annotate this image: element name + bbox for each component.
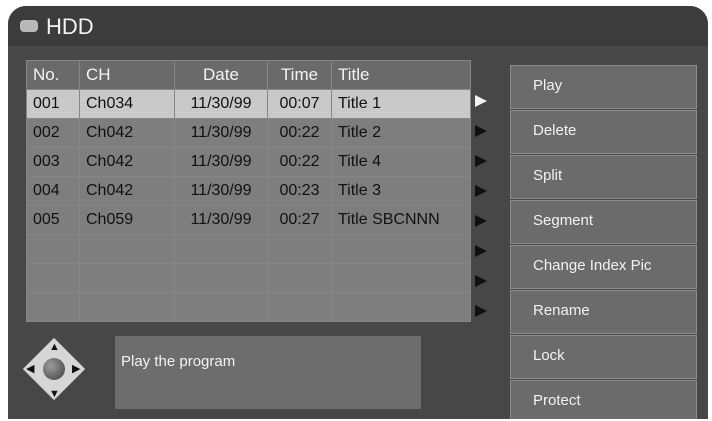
cell-title: Title 1 <box>331 89 471 119</box>
cell-title: Title SBCNNN <box>331 205 471 235</box>
row-arrow-icon <box>475 275 487 287</box>
cell-no: 005 <box>26 205 80 235</box>
menu-item-play[interactable]: Play <box>510 65 697 109</box>
table-row-empty <box>26 292 471 322</box>
table-row[interactable]: 003 Ch042 11/30/99 00:22 Title 4 <box>26 147 471 177</box>
row-arrow-icon <box>475 245 487 257</box>
cell-ch: Ch042 <box>79 118 175 148</box>
row-arrow-icon <box>475 305 487 317</box>
navigation-dpad-icon: ▲ ▼ ◀ ▶ <box>22 337 86 405</box>
table-row-empty <box>26 263 471 293</box>
screen-title: HDD <box>46 14 94 39</box>
cell-no: 002 <box>26 118 80 148</box>
column-header-ch: CH <box>79 60 175 90</box>
cell-ch: Ch042 <box>79 147 175 177</box>
cell-no: 003 <box>26 147 80 177</box>
cell-no: 001 <box>26 89 80 119</box>
cell-time: 00:22 <box>267 147 332 177</box>
table-row[interactable]: 002 Ch042 11/30/99 00:22 Title 2 <box>26 118 471 148</box>
cell-no: 004 <box>26 176 80 206</box>
action-menu: Play Delete Split Segment Change Index P… <box>510 65 697 419</box>
table-header-row: No. CH Date Time Title <box>26 60 471 90</box>
arrow-right-icon: ▶ <box>72 363 81 375</box>
hdd-screen: HDD No. CH Date Time Title 001 Ch034 11/… <box>8 6 708 419</box>
recordings-table: No. CH Date Time Title 001 Ch034 11/30/9… <box>26 60 471 322</box>
arrow-up-icon: ▲ <box>49 341 60 353</box>
menu-item-change-index-pic[interactable]: Change Index Pic <box>510 245 697 289</box>
menu-item-lock[interactable]: Lock <box>510 335 697 379</box>
title-bar: HDD <box>8 6 708 46</box>
row-arrow-icon <box>475 215 487 227</box>
menu-item-rename[interactable]: Rename <box>510 290 697 334</box>
cell-date: 11/30/99 <box>174 89 268 119</box>
cell-time: 00:22 <box>267 118 332 148</box>
row-arrow-icon <box>475 155 487 167</box>
table-row[interactable]: 004 Ch042 11/30/99 00:23 Title 3 <box>26 176 471 206</box>
table-row[interactable]: 005 Ch059 11/30/99 00:27 Title SBCNNN <box>26 205 471 235</box>
row-arrow-icon <box>475 125 487 137</box>
column-header-time: Time <box>267 60 332 90</box>
menu-item-split[interactable]: Split <box>510 155 697 199</box>
menu-item-delete[interactable]: Delete <box>510 110 697 154</box>
row-selector-arrow-icon <box>475 95 487 107</box>
arrow-left-icon: ◀ <box>26 363 35 375</box>
cell-time: 00:23 <box>267 176 332 206</box>
cell-ch: Ch059 <box>79 205 175 235</box>
cell-date: 11/30/99 <box>174 118 268 148</box>
table-row[interactable]: 001 Ch034 11/30/99 00:07 Title 1 <box>26 89 471 119</box>
column-header-title: Title <box>331 60 471 90</box>
cell-title: Title 4 <box>331 147 471 177</box>
cell-ch: Ch034 <box>79 89 175 119</box>
menu-item-protect[interactable]: Protect <box>510 380 697 419</box>
cell-date: 11/30/99 <box>174 176 268 206</box>
column-header-date: Date <box>174 60 268 90</box>
cell-title: Title 2 <box>331 118 471 148</box>
row-arrow-icon <box>475 185 487 197</box>
help-message: Play the program <box>115 336 421 409</box>
cell-date: 11/30/99 <box>174 205 268 235</box>
cell-title: Title 3 <box>331 176 471 206</box>
dpad-center-icon <box>43 358 65 380</box>
cell-ch: Ch042 <box>79 176 175 206</box>
cell-time: 00:07 <box>267 89 332 119</box>
cell-date: 11/30/99 <box>174 147 268 177</box>
arrow-down-icon: ▼ <box>49 388 60 400</box>
table-row-empty <box>26 234 471 264</box>
hdd-icon <box>20 20 38 32</box>
cell-time: 00:27 <box>267 205 332 235</box>
column-header-no: No. <box>26 60 80 90</box>
menu-item-segment[interactable]: Segment <box>510 200 697 244</box>
